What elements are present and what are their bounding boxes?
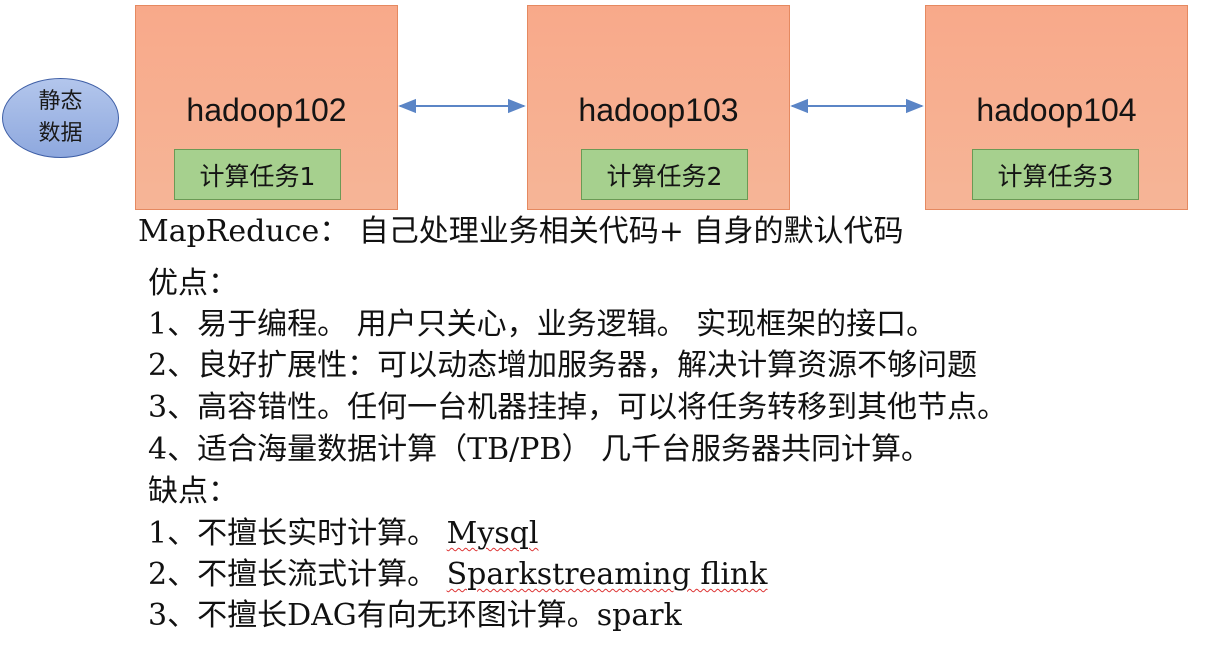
- pros-item: 2、良好扩展性：可以动态增加服务器，解决计算资源不够问题: [148, 348, 978, 383]
- intro-line: MapReduce： 自己处理业务相关代码+ 自身的默认代码: [138, 214, 904, 249]
- pros-item: 1、易于编程。 用户只关心，业务逻辑。 实现框架的接口。: [148, 307, 937, 342]
- cons-item-text: 3、不擅长DAG有向无环图计算。: [148, 598, 597, 633]
- cons-heading: 缺点：: [148, 474, 238, 509]
- cons-item-term: spark: [596, 598, 682, 633]
- cons-item-term: Sparkstreaming flink: [446, 557, 768, 592]
- pros-item: 3、高容错性。任何一台机器挂掉，可以将任务转移到其他节点。: [148, 390, 1008, 425]
- cons-item-term: Mysql: [446, 516, 539, 551]
- cons-item-text: 1、不擅长实时计算。: [148, 516, 447, 551]
- cons-item: 2、不擅长流式计算。 Sparkstreaming flink: [148, 557, 767, 593]
- cons-item: 3、不擅长DAG有向无环图计算。spark: [148, 598, 682, 634]
- connection-arrows: [398, 98, 924, 114]
- pros-heading: 优点：: [148, 266, 238, 301]
- pros-item: 4、适合海量数据计算（TB/PB） 几千台服务器共同计算。: [148, 432, 932, 467]
- cons-item: 1、不擅长实时计算。 Mysql: [148, 516, 539, 552]
- cons-item-text: 2、不擅长流式计算。: [148, 557, 447, 592]
